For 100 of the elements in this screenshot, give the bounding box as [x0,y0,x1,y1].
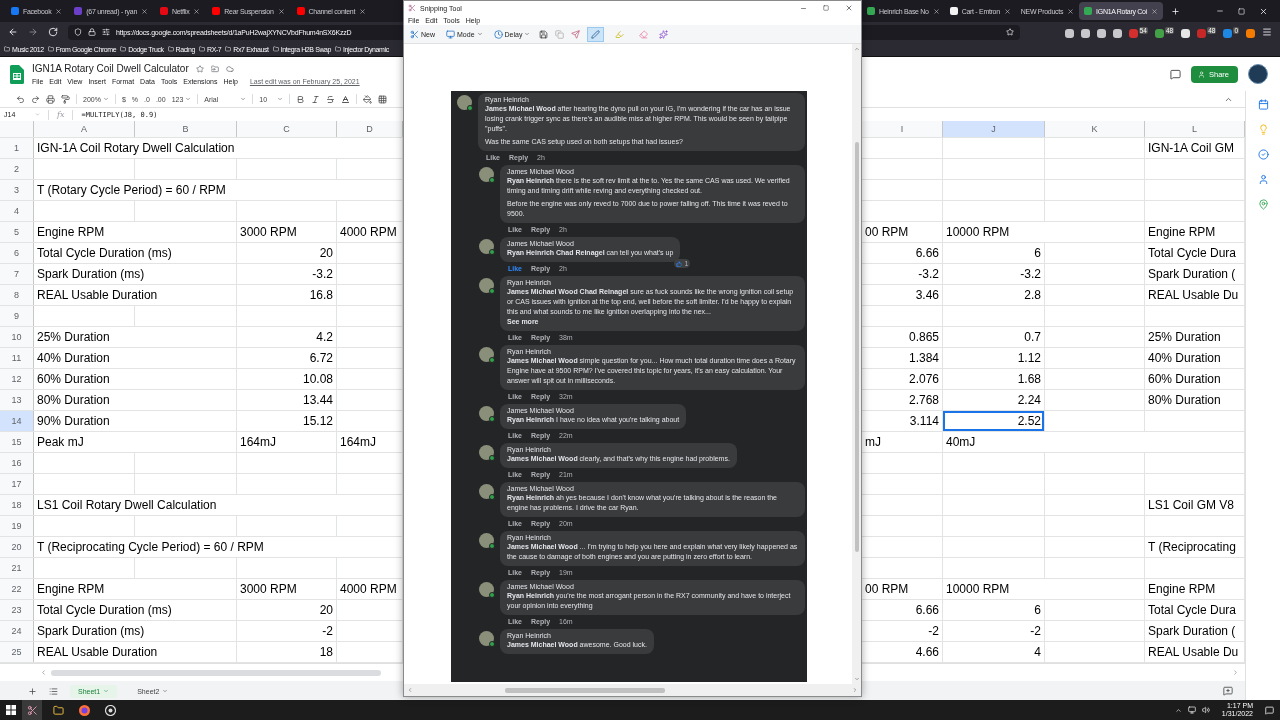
column-header[interactable]: I [862,121,943,137]
display-icon[interactable] [1187,706,1196,714]
avatar[interactable] [479,631,494,646]
italic-icon[interactable] [311,94,321,104]
row-number[interactable]: 6 [0,243,34,263]
row-number[interactable]: 23 [0,600,34,620]
all-sheets-icon[interactable] [49,686,58,696]
comments-icon[interactable] [1170,68,1181,80]
column-header[interactable]: B [135,121,237,137]
sparkles-icon[interactable] [659,29,669,39]
address-field[interactable] [862,24,1020,40]
scrollbar-thumb[interactable] [854,142,859,552]
document-title[interactable]: IGN1A Rotary Coil Dwell Calculator [32,63,189,74]
avatar[interactable] [479,533,494,548]
row-number[interactable]: 22 [0,579,34,599]
avatar[interactable] [479,239,494,254]
paint-format-icon[interactable] [61,94,70,104]
column-header[interactable]: A [34,121,135,137]
new-tab-icon[interactable] [1170,6,1180,16]
close-icon[interactable] [1067,7,1075,15]
close-icon[interactable] [1003,7,1011,15]
extension-icon[interactable] [1096,28,1106,38]
avatar[interactable] [479,582,494,597]
undo-icon[interactable] [16,94,25,104]
row-number[interactable]: 12 [0,369,34,389]
scrollbar-thumb[interactable] [505,687,665,693]
scrollbar[interactable] [852,44,861,684]
row-number[interactable]: 17 [0,474,34,494]
row-number[interactable]: 1 [0,138,34,158]
menu-icon[interactable] [1262,27,1272,37]
row-number[interactable]: 7 [0,264,34,284]
close-icon[interactable] [359,7,367,15]
close-icon[interactable] [55,7,63,15]
lock-icon[interactable] [88,28,96,36]
close-icon[interactable] [277,7,285,15]
row-number[interactable]: 10 [0,327,34,347]
print-icon[interactable] [46,94,55,104]
avatar[interactable] [457,95,472,110]
text-color-icon[interactable] [341,94,351,104]
row-number[interactable]: 25 [0,642,34,662]
borders-icon[interactable] [378,94,388,104]
star-icon[interactable] [195,64,204,73]
redo-icon[interactable] [31,94,40,104]
close-icon[interactable] [932,7,940,15]
column-header[interactable]: C [237,121,337,137]
column-header[interactable]: K [1045,121,1145,137]
row-number[interactable]: 14 [0,411,34,431]
reload-icon[interactable] [48,27,58,37]
row-number[interactable]: 2 [0,159,34,179]
avatar[interactable] [479,347,494,362]
column-header[interactable]: J [943,121,1045,137]
row-number[interactable]: 8 [0,285,34,305]
volume-icon[interactable] [1201,706,1210,714]
avatar[interactable] [479,406,494,421]
spreadsheet-cell[interactable]: 2.52 [943,411,1044,431]
row-number[interactable]: 5 [0,222,34,242]
pen-button[interactable] [587,26,605,42]
shield-icon[interactable] [74,28,82,36]
minimize-icon[interactable] [1216,7,1224,15]
avatar[interactable] [479,278,494,293]
forward-icon[interactable] [28,27,38,37]
bold-icon[interactable] [296,94,306,104]
row-number[interactable]: 13 [0,390,34,410]
bookmark-star-icon[interactable] [1006,28,1014,36]
row-number[interactable]: 16 [0,453,34,473]
row-number[interactable]: 19 [0,516,34,536]
permissions-icon[interactable] [102,28,110,36]
row-number[interactable]: 24 [0,621,34,641]
column-header[interactable]: D [337,121,403,137]
row-number[interactable]: 11 [0,348,34,368]
close-icon[interactable] [1259,6,1268,16]
close-icon[interactable] [845,4,853,12]
close-icon[interactable] [193,7,201,15]
extension-icon[interactable] [1064,28,1074,38]
row-number[interactable]: 18 [0,495,34,515]
column-header[interactable]: L [1145,121,1245,137]
avatar[interactable] [479,445,494,460]
save-icon[interactable] [539,29,549,39]
windows-logo-icon[interactable] [6,705,16,715]
back-icon[interactable] [8,27,18,37]
row-number[interactable]: 4 [0,201,34,221]
notifications-icon[interactable] [1265,705,1274,715]
row-number[interactable]: 21 [0,558,34,578]
explore-icon[interactable] [1223,686,1233,696]
extension-icon[interactable] [1181,28,1191,38]
scrollbar[interactable] [404,684,861,696]
contacts-icon[interactable] [1257,174,1269,185]
row-number[interactable]: 3 [0,180,34,200]
sheets-logo-icon[interactable] [10,64,24,84]
strikethrough-icon[interactable] [326,94,336,104]
extension-icon[interactable] [1246,28,1255,38]
tasks-icon[interactable] [1257,149,1269,160]
map-pin-icon[interactable] [1257,199,1269,210]
account-avatar[interactable] [1248,64,1268,84]
extension-icon[interactable] [1080,28,1090,38]
fill-color-icon[interactable] [363,94,373,104]
row-number[interactable]: 20 [0,537,34,557]
avatar[interactable] [479,484,494,499]
row-number[interactable]: 15 [0,432,34,452]
tray-icon[interactable] [1174,706,1182,714]
